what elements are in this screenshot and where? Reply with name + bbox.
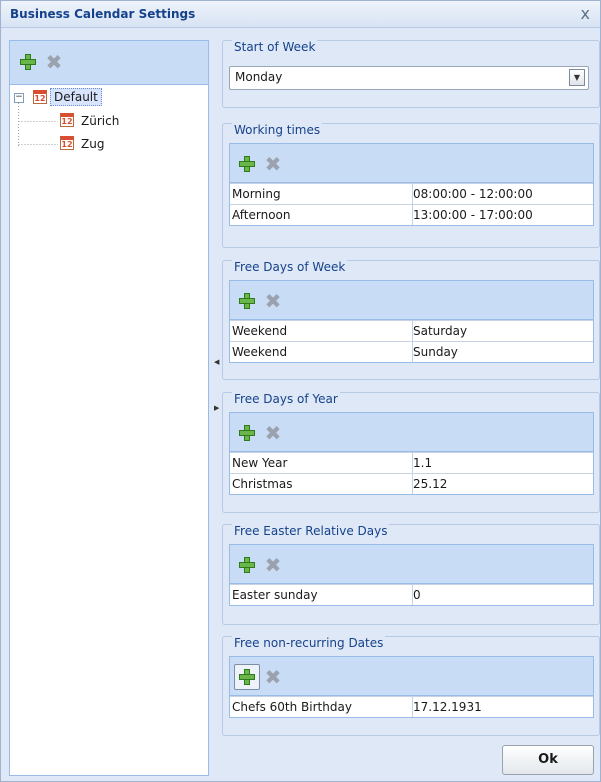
collapse-icon[interactable]: − [14, 93, 24, 103]
name-cell[interactable]: New Year [230, 453, 413, 473]
grid-toolbar: ✖ [230, 545, 593, 584]
group-title: Start of Week [232, 40, 318, 54]
easter-days-grid: ✖ Easter sunday 0 [229, 544, 594, 606]
name-cell[interactable]: Weekend [230, 342, 413, 362]
free-days-week-group: Free Days of Week ✖ Weekend Saturday Wee… [222, 260, 600, 380]
add-calendar-icon[interactable] [19, 53, 37, 71]
table-row[interactable]: Weekend Sunday [230, 341, 593, 362]
add-icon[interactable] [238, 155, 256, 173]
add-icon[interactable] [238, 556, 256, 574]
tree-node-label[interactable]: Zug [78, 135, 107, 153]
table-row[interactable]: New Year 1.1 [230, 452, 593, 473]
ok-button[interactable]: Ok [502, 745, 594, 775]
value-cell[interactable]: 17.12.1931 [411, 697, 593, 717]
table-row[interactable]: Easter sunday 0 [230, 584, 593, 605]
grid-toolbar: ✖ [230, 657, 593, 696]
value-cell[interactable]: Saturday [411, 321, 593, 341]
add-icon[interactable] [238, 292, 256, 310]
name-cell[interactable]: Chefs 60th Birthday [230, 697, 413, 717]
panel-splitter[interactable]: ◀ ▶ [214, 358, 220, 428]
name-cell[interactable]: Weekend [230, 321, 413, 341]
table-row[interactable]: Christmas 25.12 [230, 473, 593, 494]
grid-toolbar: ✖ [230, 413, 593, 452]
group-title: Free Days of Week [232, 260, 348, 274]
free-days-year-group: Free Days of Year ✖ New Year 1.1 Christm… [222, 392, 600, 513]
nonrecurring-dates-grid: ✖ Chefs 60th Birthday 17.12.1931 [229, 656, 594, 718]
add-icon[interactable] [238, 424, 256, 442]
calendar-icon: 12 [60, 136, 74, 150]
group-title: Working times [232, 123, 323, 137]
grid-toolbar: ✖ [230, 281, 593, 320]
chevron-down-icon[interactable]: ▼ [569, 69, 585, 86]
value-cell[interactable]: 25.12 [411, 474, 593, 494]
value-cell[interactable]: Sunday [411, 342, 593, 362]
tree-node-label[interactable]: Zürich [78, 112, 122, 130]
easter-days-group: Free Easter Relative Days ✖ Easter sunda… [222, 524, 600, 625]
delete-calendar-icon[interactable]: ✖ [45, 52, 63, 72]
table-row[interactable]: Weekend Saturday [230, 320, 593, 341]
calendar-icon: 12 [60, 113, 74, 127]
value-cell[interactable]: 08:00:00 - 12:00:00 [411, 184, 593, 204]
settings-window: Business Calendar Settings x ✖ − 12 Defa… [0, 0, 601, 782]
nonrecurring-dates-group: Free non-recurring Dates ✖ Chefs 60th Bi… [222, 636, 600, 736]
group-title: Free Easter Relative Days [232, 524, 390, 538]
close-icon[interactable]: x [581, 4, 590, 23]
collapse-left-icon[interactable]: ◀ [214, 358, 219, 366]
value-cell[interactable]: 1.1 [411, 453, 593, 473]
delete-icon[interactable]: ✖ [264, 667, 282, 687]
working-times-grid: ✖ Morning 08:00:00 - 12:00:00 Afternoon … [229, 143, 594, 226]
delete-icon[interactable]: ✖ [264, 423, 282, 443]
table-row[interactable]: Afternoon 13:00:00 - 17:00:00 [230, 204, 593, 225]
delete-icon[interactable]: ✖ [264, 154, 282, 174]
name-cell[interactable]: Easter sunday [230, 585, 413, 605]
name-cell[interactable]: Morning [230, 184, 413, 204]
window-title: Business Calendar Settings [10, 7, 196, 21]
group-title: Free non-recurring Dates [232, 636, 386, 650]
free-days-week-grid: ✖ Weekend Saturday Weekend Sunday [229, 280, 594, 363]
table-row[interactable]: Morning 08:00:00 - 12:00:00 [230, 183, 593, 204]
calendar-tree-panel: ✖ − 12 Default 12 Zürich 12 Zug [9, 40, 209, 776]
start-of-week-select[interactable]: Monday ▼ [229, 66, 589, 90]
expand-right-icon[interactable]: ▶ [214, 404, 219, 412]
tree-lines [18, 103, 58, 148]
calendar-icon: 12 [33, 90, 47, 104]
value-cell[interactable]: 13:00:00 - 17:00:00 [411, 205, 593, 225]
start-of-week-group: Start of Week Monday ▼ [222, 40, 600, 108]
grid-toolbar: ✖ [230, 144, 593, 183]
delete-icon[interactable]: ✖ [264, 555, 282, 575]
value-cell[interactable]: 0 [411, 585, 593, 605]
table-row[interactable]: Chefs 60th Birthday 17.12.1931 [230, 696, 593, 717]
tree-toolbar: ✖ [10, 41, 208, 85]
group-title: Free Days of Year [232, 392, 340, 406]
add-icon[interactable] [238, 668, 256, 686]
name-cell[interactable]: Christmas [230, 474, 413, 494]
select-value: Monday [235, 70, 283, 84]
delete-icon[interactable]: ✖ [264, 291, 282, 311]
free-days-year-grid: ✖ New Year 1.1 Christmas 25.12 [229, 412, 594, 495]
title-bar[interactable]: Business Calendar Settings x [1, 1, 600, 28]
working-times-group: Working times ✖ Morning 08:00:00 - 12:00… [222, 123, 600, 248]
name-cell[interactable]: Afternoon [230, 205, 413, 225]
